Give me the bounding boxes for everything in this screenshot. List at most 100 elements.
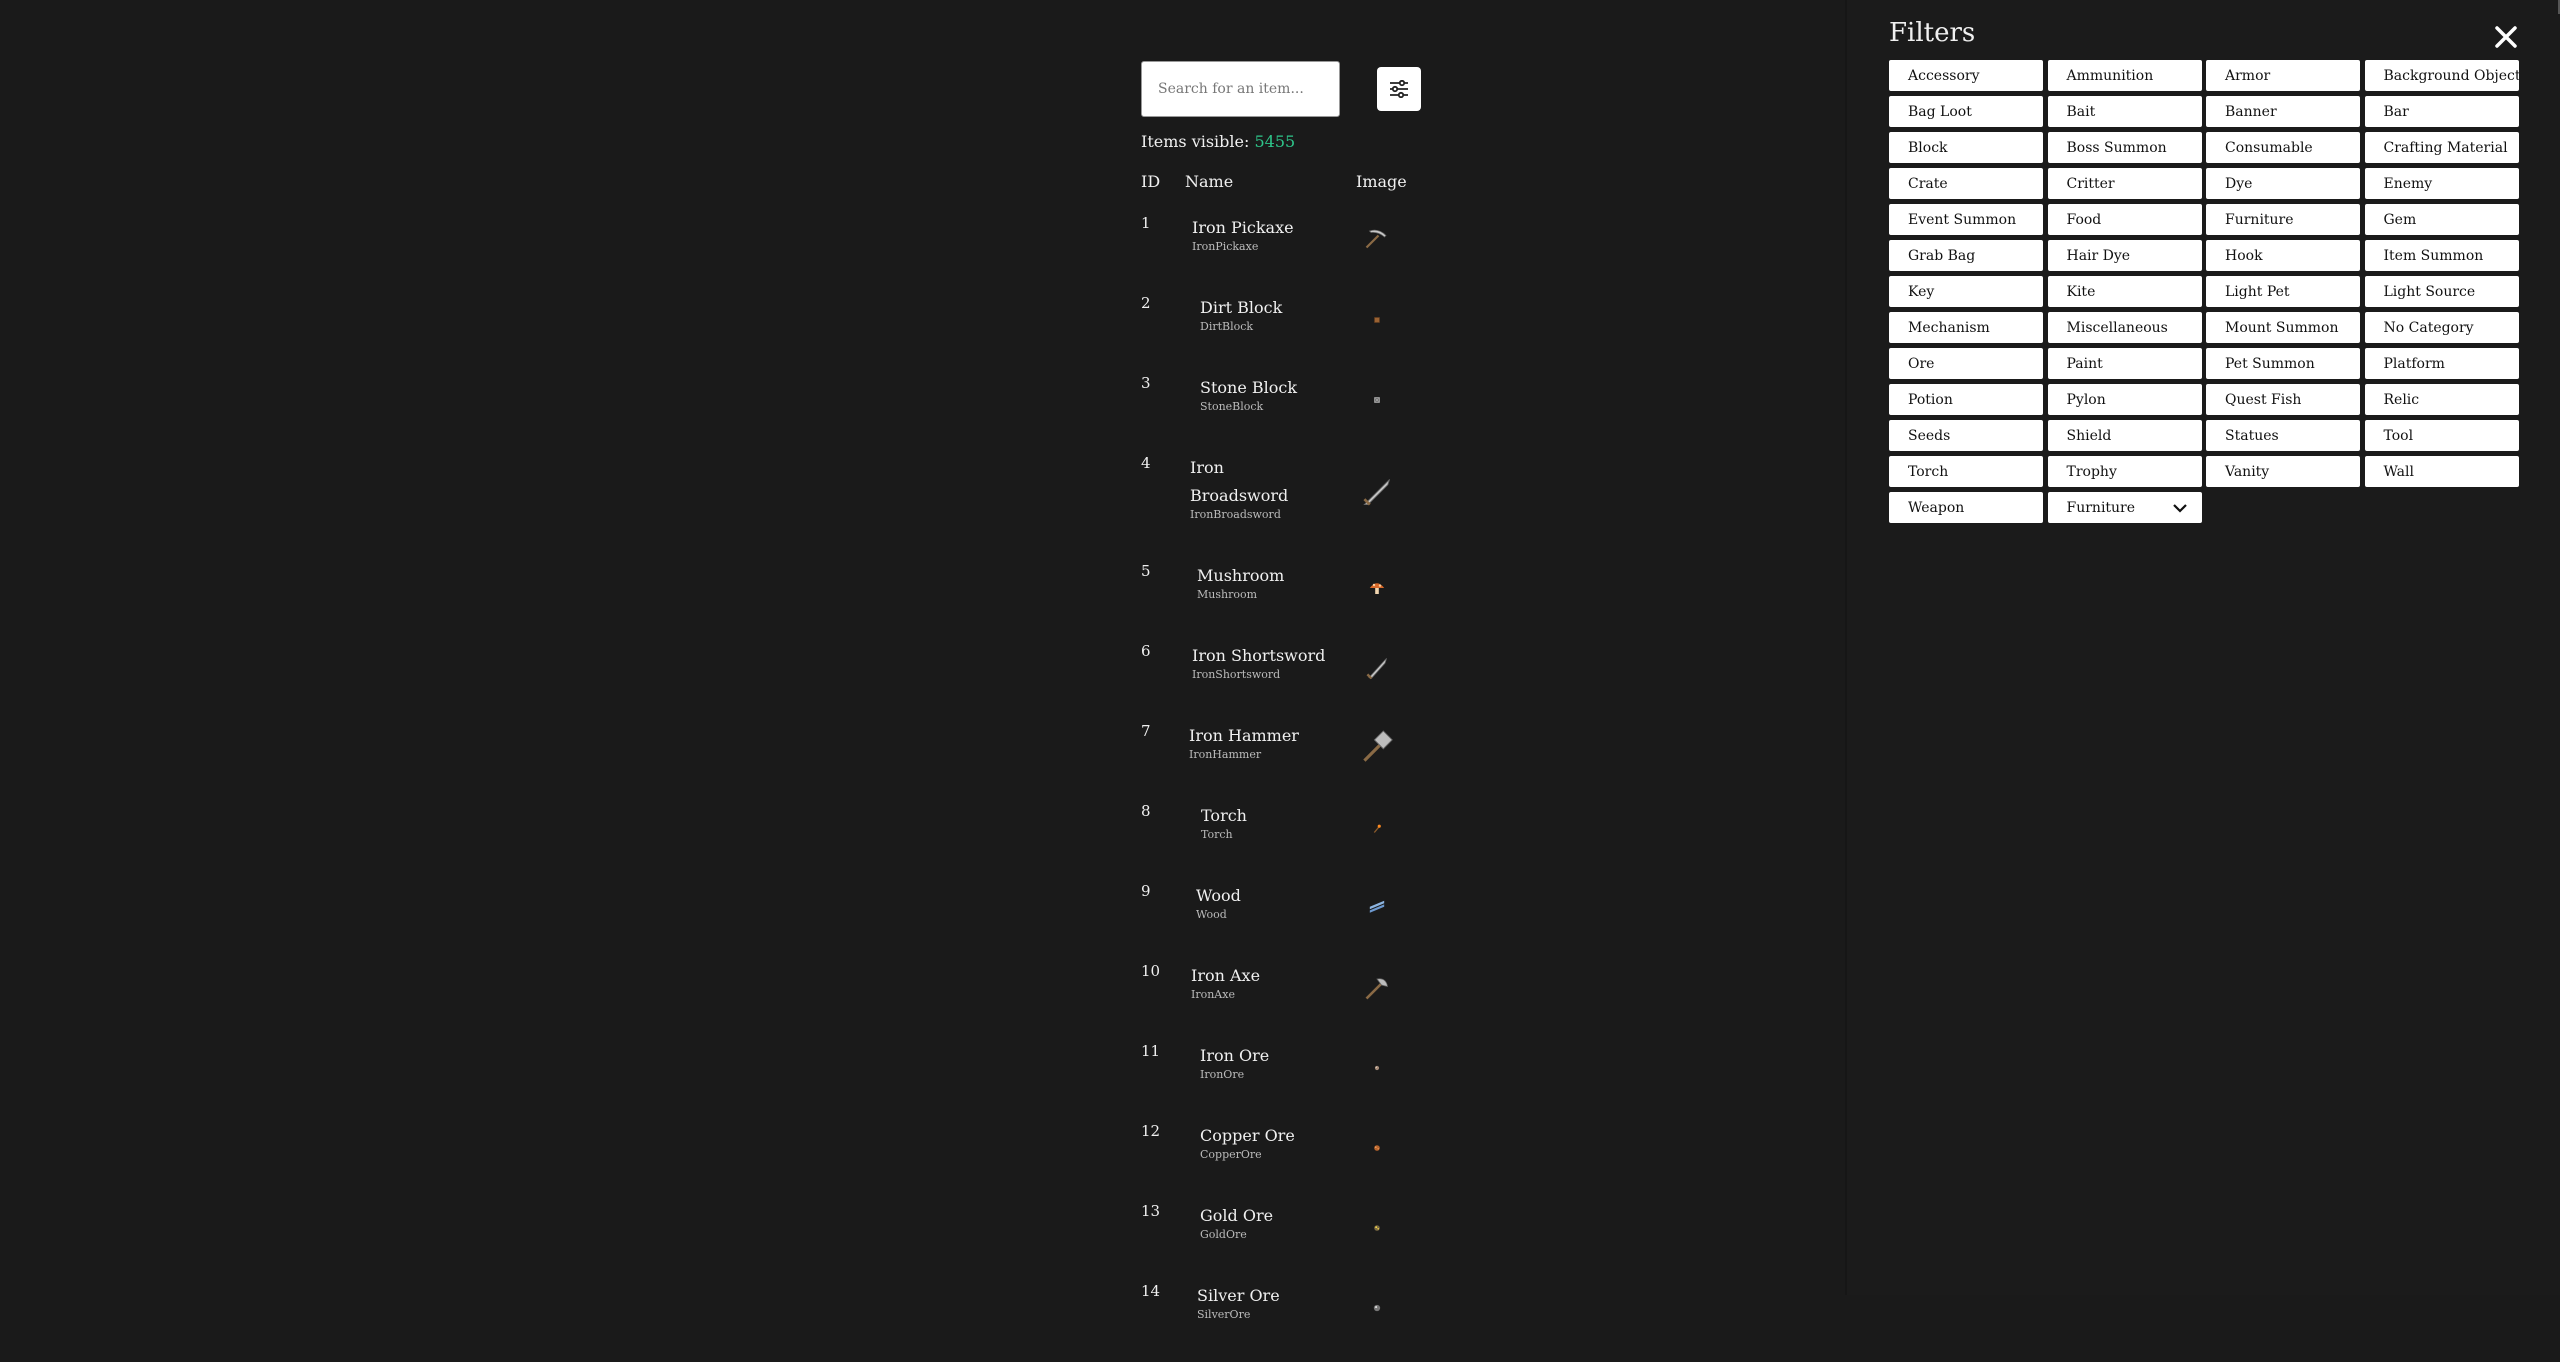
filter-chip-potion[interactable]: Potion	[1889, 384, 2043, 415]
table-row[interactable]: 1 Iron Pickaxe IronPickaxe	[1141, 214, 1421, 294]
table-row[interactable]: 9 Wood Wood	[1141, 882, 1421, 962]
item-internal-name: GoldOre	[1200, 1228, 1247, 1241]
filter-chip-dye[interactable]: Dye	[2206, 168, 2360, 199]
iron-ore-icon	[1374, 1065, 1380, 1071]
filter-chip-ore[interactable]: Ore	[1889, 348, 2043, 379]
filter-chip-enemy[interactable]: Enemy	[2364, 168, 2519, 199]
wood-icon	[1369, 900, 1385, 913]
item-name: Mushroom	[1197, 566, 1285, 585]
filter-chip-pet-summon[interactable]: Pet Summon	[2206, 348, 2360, 379]
filter-chip-trophy[interactable]: Trophy	[2047, 456, 2202, 487]
filter-chip-boss-summon[interactable]: Boss Summon	[2047, 132, 2202, 163]
item-name: Iron Pickaxe	[1192, 218, 1294, 237]
filter-chip-paint[interactable]: Paint	[2047, 348, 2202, 379]
item-name: Stone Block	[1200, 378, 1298, 397]
subcategory-select[interactable]: Furniture	[2047, 492, 2202, 523]
filter-chip-key[interactable]: Key	[1889, 276, 2043, 307]
items-visible-count: 5455	[1254, 132, 1296, 151]
filters-panel: Filters Accessory Ammunition Armor Backgrou…	[1847, 0, 2560, 1295]
filter-chip-gem[interactable]: Gem	[2364, 204, 2519, 235]
filter-chip-bait[interactable]: Bait	[2047, 96, 2202, 127]
column-header-image: Image	[1356, 172, 1407, 191]
filter-chip-crafting-material[interactable]: Crafting Material	[2364, 132, 2519, 163]
filter-chip-tool[interactable]: Tool	[2364, 420, 2519, 451]
filter-chip-hair-dye[interactable]: Hair Dye	[2047, 240, 2202, 271]
filter-chip-crate[interactable]: Crate	[1889, 168, 2043, 199]
filter-chip-no-category[interactable]: No Category	[2364, 312, 2519, 343]
filter-toggle-button[interactable]	[1377, 67, 1421, 111]
filter-chip-critter[interactable]: Critter	[2047, 168, 2202, 199]
table-row[interactable]: 11 Iron Ore IronOre	[1141, 1042, 1421, 1122]
item-internal-name: IronOre	[1200, 1068, 1245, 1081]
filter-chip-shield[interactable]: Shield	[2047, 420, 2202, 451]
filter-chip-torch[interactable]: Torch	[1889, 456, 2043, 487]
filter-chip-bag-loot[interactable]: Bag Loot	[1889, 96, 2043, 127]
table-row[interactable]: 12 Copper Ore CopperOre	[1141, 1122, 1421, 1202]
filter-chip-miscellaneous[interactable]: Miscellaneous	[2047, 312, 2202, 343]
filter-chip-banner[interactable]: Banner	[2206, 96, 2360, 127]
item-name: Silver Ore	[1197, 1286, 1280, 1305]
filter-chip-wall[interactable]: Wall	[2364, 456, 2519, 487]
axe-icon	[1365, 978, 1388, 1000]
filter-chip-statues[interactable]: Statues	[2206, 420, 2360, 451]
table-row[interactable]: 4 Iron Broadsword IronBroadsword	[1141, 454, 1421, 534]
filter-chip-background-object[interactable]: Background Object	[2364, 60, 2519, 91]
filter-chip-mount-summon[interactable]: Mount Summon	[2206, 312, 2360, 343]
item-id: 7	[1141, 722, 1151, 740]
item-name: Gold Ore	[1200, 1206, 1274, 1225]
item-name: Wood	[1196, 886, 1241, 905]
filter-chip-armor[interactable]: Armor	[2206, 60, 2360, 91]
silver-ore-icon	[1373, 1304, 1381, 1312]
filter-chip-seeds[interactable]: Seeds	[1889, 420, 2043, 451]
table-row[interactable]: 5 Mushroom Mushroom	[1141, 562, 1421, 642]
pickaxe-icon	[1365, 229, 1387, 249]
filters-title: Filters	[1889, 18, 1976, 48]
filter-chip-accessory[interactable]: Accessory	[1889, 60, 2043, 91]
item-name: Iron Hammer	[1189, 726, 1299, 745]
filter-chip-vanity[interactable]: Vanity	[2206, 456, 2360, 487]
item-name: Dirt Block	[1200, 298, 1283, 317]
filter-chip-pylon[interactable]: Pylon	[2047, 384, 2202, 415]
filter-chip-consumable[interactable]: Consumable	[2206, 132, 2360, 163]
filter-chip-block[interactable]: Block	[1889, 132, 2043, 163]
table-row[interactable]: 10 Iron Axe IronAxe	[1141, 962, 1421, 1042]
close-icon[interactable]	[2491, 22, 2521, 52]
filter-chip-mechanism[interactable]: Mechanism	[1889, 312, 2043, 343]
item-internal-name: IronBroadsword	[1190, 508, 1281, 521]
filter-chip-grab-bag[interactable]: Grab Bag	[1889, 240, 2043, 271]
filter-chip-relic[interactable]: Relic	[2364, 384, 2519, 415]
table-row[interactable]: 2 Dirt Block DirtBlock	[1141, 294, 1421, 374]
items-visible-summary: Items visible: 5455	[1141, 132, 1295, 151]
item-id: 14	[1141, 1282, 1161, 1300]
item-internal-name: Wood	[1196, 908, 1227, 921]
table-row[interactable]: 3 Stone Block StoneBlock	[1141, 374, 1421, 454]
filter-chip-platform[interactable]: Platform	[2364, 348, 2519, 379]
table-row[interactable]: 14 Silver Ore SilverOre	[1141, 1282, 1421, 1362]
item-name: Broadsword	[1190, 486, 1289, 505]
filter-chip-weapon[interactable]: Weapon	[1889, 492, 2043, 523]
filter-chip-hook[interactable]: Hook	[2206, 240, 2360, 271]
search-input[interactable]	[1141, 61, 1340, 117]
filter-chip-quest-fish[interactable]: Quest Fish	[2206, 384, 2360, 415]
filter-chip-light-pet[interactable]: Light Pet	[2206, 276, 2360, 307]
hammer-icon	[1363, 730, 1393, 762]
table-row[interactable]: 8 Torch Torch	[1141, 802, 1421, 882]
item-id: 11	[1141, 1042, 1161, 1060]
table-row[interactable]: 13 Gold Ore GoldOre	[1141, 1202, 1421, 1282]
item-id: 2	[1141, 294, 1151, 312]
item-id: 9	[1141, 882, 1151, 900]
item-id: 8	[1141, 802, 1151, 820]
chevron-down-icon	[2172, 503, 2187, 513]
filter-chip-event-summon[interactable]: Event Summon	[1889, 204, 2043, 235]
filter-chip-furniture[interactable]: Furniture	[2206, 204, 2360, 235]
item-name: Torch	[1201, 806, 1247, 825]
filter-chip-kite[interactable]: Kite	[2047, 276, 2202, 307]
filter-chip-food[interactable]: Food	[2047, 204, 2202, 235]
table-row[interactable]: 6 Iron Shortsword IronShortsword	[1141, 642, 1421, 722]
filter-chip-item-summon[interactable]: Item Summon	[2364, 240, 2519, 271]
table-row[interactable]: 7 Iron Hammer IronHammer	[1141, 722, 1421, 802]
column-header-name: Name	[1185, 172, 1234, 191]
filter-chip-bar[interactable]: Bar	[2364, 96, 2519, 127]
filter-chip-ammunition[interactable]: Ammunition	[2047, 60, 2202, 91]
filter-chip-light-source[interactable]: Light Source	[2364, 276, 2519, 307]
